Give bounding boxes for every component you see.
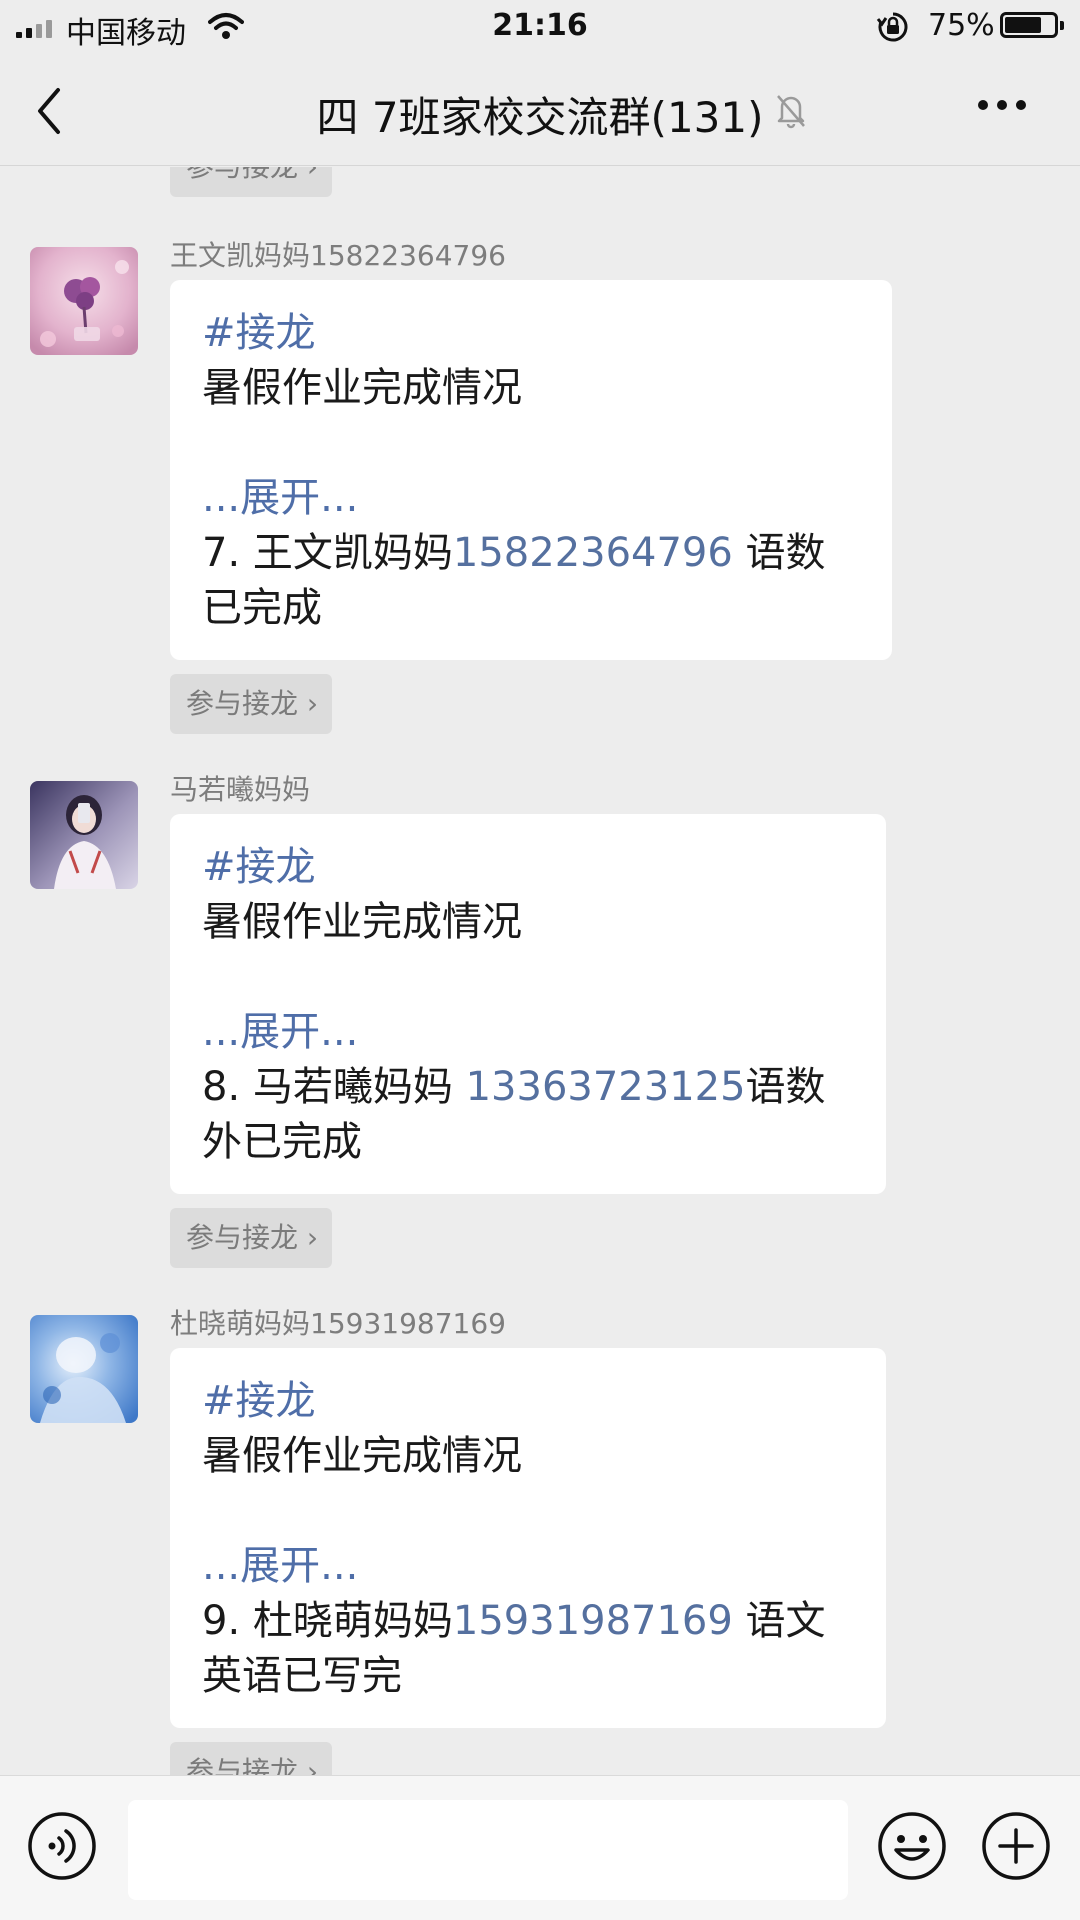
- relay-hashtag[interactable]: #接龙: [202, 840, 854, 895]
- more-dots-icon[interactable]: [978, 100, 1026, 110]
- expand-link[interactable]: ...展开...: [202, 1539, 854, 1594]
- relay-button[interactable]: 参与接龙 ›: [170, 674, 333, 734]
- input-bar: [0, 1775, 1080, 1920]
- phone-link[interactable]: 15931987169: [453, 1598, 733, 1644]
- sender-name: 杜晓萌妈妈15931987169: [170, 1307, 506, 1340]
- message-list[interactable]: 参与接龙 › 王文凯妈妈15822364796 #接龙 暑假作业完成情况 ...…: [0, 167, 1080, 1775]
- plus-icon[interactable]: [980, 1810, 1052, 1886]
- battery-icon: [1000, 12, 1064, 38]
- relay-message-bubble[interactable]: #接龙 暑假作业完成情况 ...展开... 9. 杜晓萌妈妈1593198716…: [170, 1348, 886, 1728]
- entry-status: 语数: [745, 1064, 826, 1110]
- group-chat-title: 四 7班家校交流群(131): [316, 93, 764, 142]
- entry-status: 语文: [732, 1598, 826, 1644]
- battery-percent: 75%: [928, 8, 995, 43]
- voice-icon[interactable]: [26, 1810, 98, 1886]
- relay-subject: 暑假作业完成情况: [202, 899, 522, 945]
- phone-link[interactable]: 13363723125: [466, 1064, 746, 1110]
- avatar[interactable]: [30, 1315, 138, 1423]
- avatar[interactable]: [30, 781, 138, 889]
- emoji-icon[interactable]: [876, 1810, 948, 1886]
- rotation-lock-icon: [876, 10, 910, 52]
- relay-button[interactable]: 参与接龙 ›: [170, 167, 333, 197]
- relay-subject: 暑假作业完成情况: [202, 365, 522, 411]
- relay-entry-continued: 英语已写完: [202, 1653, 402, 1699]
- relay-subject: 暑假作业完成情况: [202, 1433, 522, 1479]
- sender-name: 马若曦妈妈: [170, 773, 311, 806]
- entry-name: 8. 马若曦妈妈: [202, 1064, 466, 1110]
- entry-name: 7. 王文凯妈妈: [202, 530, 453, 576]
- relay-button[interactable]: 参与接龙 ›: [170, 1208, 333, 1268]
- relay-entry: 9. 杜晓萌妈妈15931987169 语文: [202, 1594, 854, 1649]
- clock: 21:16: [492, 8, 588, 43]
- message-input[interactable]: [128, 1800, 848, 1900]
- phone-link[interactable]: 15822364796: [453, 530, 733, 576]
- relay-button[interactable]: 参与接龙 ›: [170, 1742, 333, 1775]
- avatar[interactable]: [30, 247, 138, 355]
- sender-name: 王文凯妈妈15822364796: [170, 239, 506, 272]
- relay-hashtag[interactable]: #接龙: [202, 1374, 854, 1429]
- relay-message-bubble[interactable]: #接龙 暑假作业完成情况 ...展开... 8. 马若曦妈妈 133637231…: [170, 814, 886, 1194]
- mute-bell-icon: [774, 90, 808, 134]
- relay-entry-continued: 外已完成: [202, 1119, 362, 1165]
- status-bar: 中国移动 21:16 75%: [0, 0, 1080, 56]
- relay-hashtag[interactable]: #接龙: [202, 306, 860, 361]
- entry-status: 语数: [732, 530, 826, 576]
- battery-fill: [1005, 17, 1041, 33]
- relay-entry-continued: 已完成: [202, 585, 322, 631]
- entry-name: 9. 杜晓萌妈妈: [202, 1598, 453, 1644]
- relay-entry: 8. 马若曦妈妈 13363723125语数: [202, 1060, 854, 1115]
- chat-header: 四 7班家校交流群(131): [0, 56, 1080, 166]
- relay-message-bubble[interactable]: #接龙 暑假作业完成情况 ...展开... 7. 王文凯妈妈1582236479…: [170, 280, 892, 660]
- relay-entry: 7. 王文凯妈妈15822364796 语数: [202, 526, 860, 581]
- expand-link[interactable]: ...展开...: [202, 471, 860, 526]
- expand-link[interactable]: ...展开...: [202, 1005, 854, 1060]
